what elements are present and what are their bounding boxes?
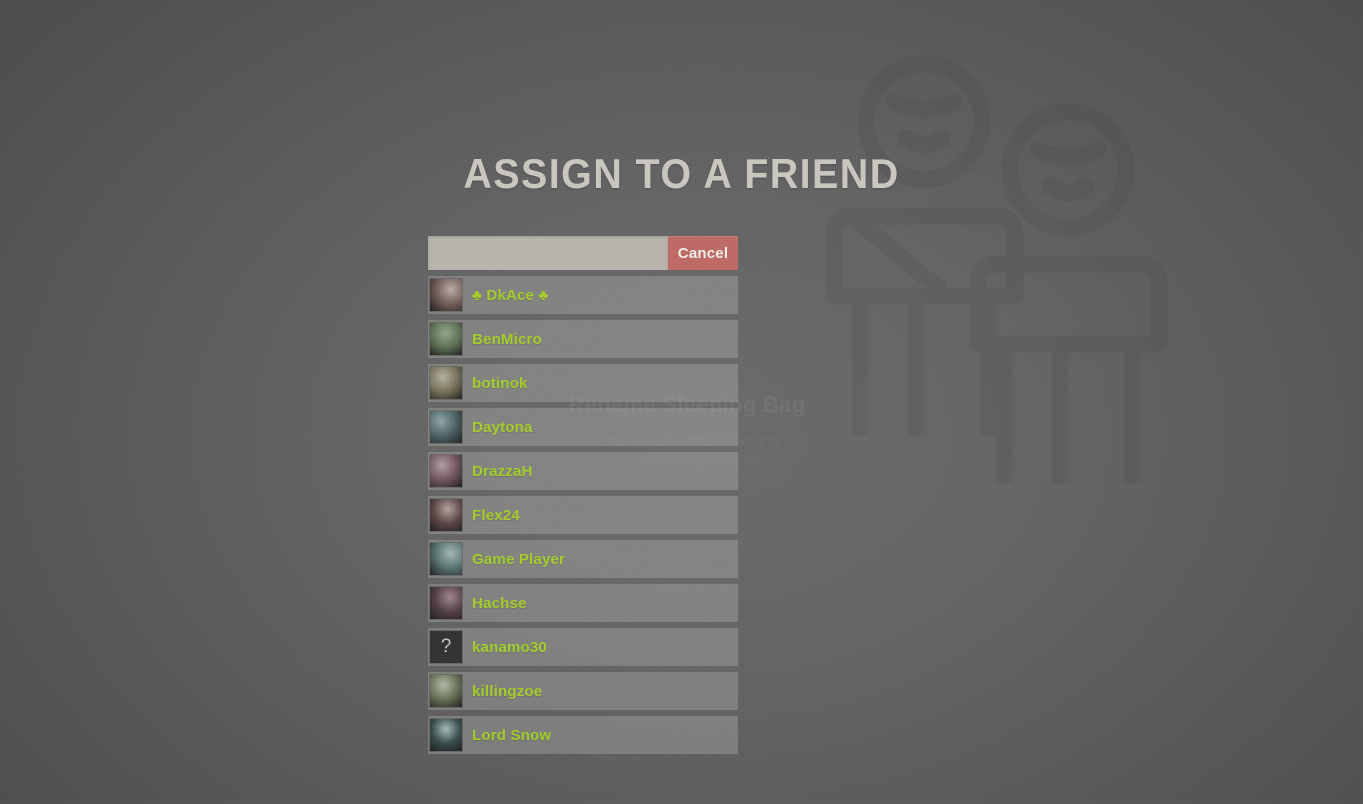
avatar-unknown-icon: ? — [430, 631, 462, 663]
friend-list: ♣ DkAce ♣ BenMicro botinok Daytona DrazzaH Fl… — [428, 276, 738, 754]
avatar — [430, 675, 462, 707]
friend-name: DrazzaH — [472, 462, 533, 480]
avatar — [430, 719, 462, 751]
avatar — [430, 367, 462, 399]
friend-name: Daytona — [472, 418, 533, 436]
friend-name: BenMicro — [472, 330, 542, 348]
friend-name: Hachse — [472, 594, 527, 612]
search-input[interactable] — [428, 236, 668, 270]
avatar — [430, 543, 462, 575]
friend-name: killingzoe — [472, 682, 543, 700]
page-title: ASSIGN TO A FRIEND — [463, 150, 900, 197]
friend-row[interactable]: botinok — [428, 364, 738, 402]
friend-row[interactable]: Flex24 — [428, 496, 738, 534]
friend-name: botinok — [472, 374, 528, 392]
friend-row[interactable]: killingzoe — [428, 672, 738, 710]
friend-row[interactable]: DrazzaH — [428, 452, 738, 490]
assign-friend-overlay: ASSIGN TO A FRIEND Cancel ♣ DkAce ♣ BenMi… — [0, 0, 1363, 804]
friend-row[interactable]: ? kanamo30 — [428, 628, 738, 666]
assign-friend-panel: Cancel ♣ DkAce ♣ BenMicro botinok Daytona Dr… — [428, 236, 738, 760]
avatar — [430, 587, 462, 619]
avatar — [430, 411, 462, 443]
friend-row[interactable]: Hachse — [428, 584, 738, 622]
friend-name: kanamo30 — [472, 638, 547, 656]
avatar — [430, 323, 462, 355]
cancel-button[interactable]: Cancel — [668, 236, 738, 270]
friend-name: Game Player — [472, 550, 566, 568]
friend-name: Flex24 — [472, 506, 520, 524]
friend-name: Lord Snow — [472, 726, 552, 744]
search-row: Cancel — [428, 236, 738, 270]
avatar — [430, 499, 462, 531]
friend-row[interactable]: Game Player — [428, 540, 738, 578]
friend-row[interactable]: Daytona — [428, 408, 738, 446]
avatar — [430, 455, 462, 487]
friend-row[interactable]: Lord Snow — [428, 716, 738, 754]
avatar — [430, 279, 462, 311]
friend-row[interactable]: ♣ DkAce ♣ — [428, 276, 738, 314]
friend-name: ♣ DkAce ♣ — [472, 286, 549, 304]
friend-row[interactable]: BenMicro — [428, 320, 738, 358]
